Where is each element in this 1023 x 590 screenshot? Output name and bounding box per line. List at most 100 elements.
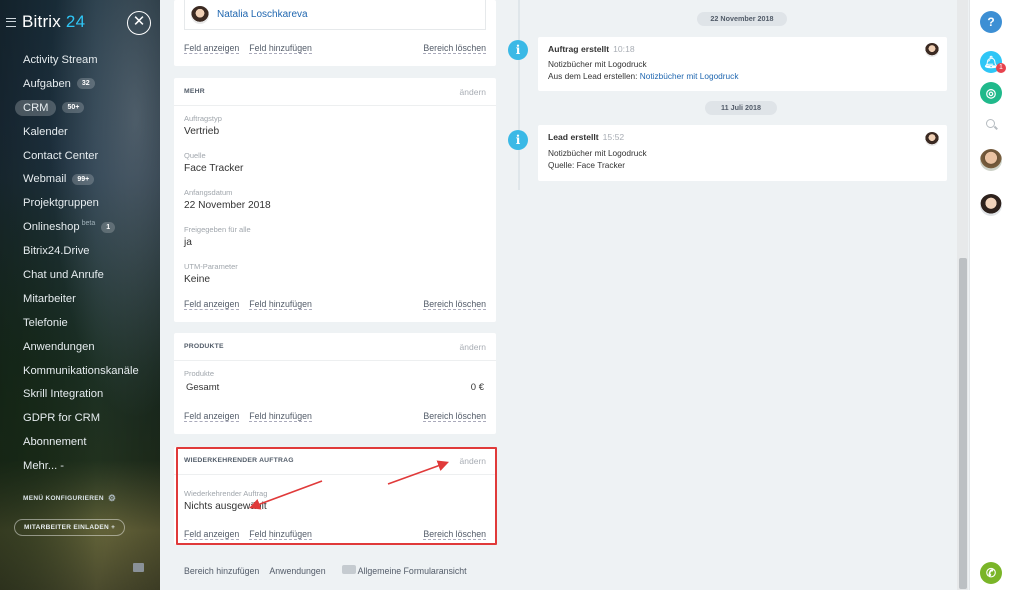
hamburger-icon[interactable]: [6, 17, 16, 27]
section-title: PRODUKTE: [184, 343, 224, 350]
sidebar-item[interactable]: Mehr... -: [0, 454, 160, 478]
delete-section-link[interactable]: Bereich löschen: [423, 411, 486, 422]
app-root: Bitrix 24 ✕ Activity Stream Aufgaben 32 CRM…: [0, 0, 1023, 590]
info-icon: i: [508, 40, 528, 60]
sidebar-item[interactable]: Bitrix24.Drive: [0, 239, 160, 263]
general-form-link[interactable]: Allgemeine Formularansicht: [341, 565, 467, 576]
sidebar-item[interactable]: Telefonie: [0, 311, 160, 335]
counter-badge: 50+: [62, 102, 85, 114]
invite-employees-button[interactable]: MITARBEITER EINLADEN +: [14, 519, 126, 536]
counter-badge: 32: [76, 78, 95, 90]
sidebar-item-label: Anwendungen: [23, 340, 95, 353]
sidebar-item[interactable]: Projektgruppen: [0, 191, 160, 215]
highlight-box: [176, 447, 497, 545]
sidebar-item[interactable]: Kommunikationskanäle: [0, 359, 160, 383]
timeline-line: [518, 0, 520, 190]
applications-link[interactable]: Anwendungen: [269, 566, 325, 576]
timeline-event[interactable]: Auftrag erstellt 10:18 Notizbücher mit Lo…: [538, 37, 947, 91]
field-start-date[interactable]: Anfangsdatum 22 November 2018: [174, 188, 496, 211]
sidebar-item[interactable]: Webmail 99+: [0, 167, 160, 191]
logo[interactable]: Bitrix 24: [22, 12, 85, 32]
sidebar-item[interactable]: Aufgaben 32: [0, 72, 160, 96]
scrollbar-thumb[interactable]: [959, 258, 967, 589]
help-button[interactable]: ?: [980, 11, 1002, 33]
logo-area[interactable]: Bitrix 24: [6, 12, 85, 32]
sidebar-item-label: Kommunikationskanäle: [23, 364, 139, 377]
sidebar-item-label: CRM: [15, 99, 57, 116]
field-shared[interactable]: Freigegeben für alle ja: [174, 225, 496, 248]
phone-icon: ✆: [985, 566, 997, 580]
add-field-link[interactable]: Feld hinzufügen: [249, 411, 312, 422]
show-field-link[interactable]: Feld anzeigen: [184, 411, 240, 422]
add-field-link[interactable]: Feld hinzufügen: [249, 299, 312, 310]
left-sidebar: Bitrix 24 ✕ Activity Stream Aufgaben 32 CRM…: [0, 0, 160, 590]
main-menu: Activity Stream Aufgaben 32 CRM 50+ Kalender C…: [0, 48, 160, 478]
field-utm[interactable]: UTM-Parameter Keine: [174, 262, 496, 285]
beta-label: beta: [81, 219, 96, 227]
sidebar-item-label: Kalender: [23, 125, 68, 138]
field-label: Produkte: [184, 369, 215, 378]
right-panel: ? 🔔︎ 1 ◎ ✆: [969, 0, 1023, 590]
sidebar-item[interactable]: CRM 50+: [0, 96, 160, 120]
bottom-links: Bereich hinzufügen Anwendungen Allgemein…: [184, 565, 467, 576]
avatar[interactable]: [980, 194, 1002, 216]
add-field-link[interactable]: Feld hinzufügen: [249, 43, 312, 54]
sidebar-item-label: Activity Stream: [23, 53, 98, 66]
sidebar-item-label: Webmail: [23, 173, 67, 186]
call-button[interactable]: ✆: [980, 562, 1002, 584]
printer-icon[interactable]: [133, 563, 144, 572]
products-total-row[interactable]: Gesamt 0 €: [186, 382, 484, 393]
field-order-type[interactable]: Auftragstyp Vertrieb: [174, 114, 496, 137]
sidebar-item[interactable]: GDPR for CRM: [0, 406, 160, 430]
show-field-link[interactable]: Feld anzeigen: [184, 299, 240, 310]
timeline-date: 22 November 2018: [697, 12, 787, 26]
search-icon[interactable]: [986, 119, 995, 128]
close-sidebar-button[interactable]: ✕: [127, 11, 151, 35]
sidebar-item[interactable]: Skrill Integration: [0, 382, 160, 406]
configure-menu-link[interactable]: MENÜ KONFIGURIEREN ⚙: [23, 493, 116, 504]
sidebar-item-label: Projektgruppen: [23, 197, 99, 210]
sidebar-item-label: Mitarbeiter: [23, 292, 76, 305]
chat-icon: ◎: [985, 86, 997, 100]
counter-badge: 99+: [72, 173, 95, 185]
timeline-event[interactable]: Lead erstellt 15:52 Notizbücher mit Logod…: [538, 125, 947, 181]
sidebar-item-label: Aufgaben: [23, 77, 71, 90]
sidebar-item[interactable]: Activity Stream: [0, 48, 160, 72]
show-field-link[interactable]: Feld anzeigen: [184, 43, 240, 54]
avatar[interactable]: [980, 149, 1002, 171]
info-icon: i: [508, 130, 528, 150]
counter-badge: 1: [101, 221, 116, 233]
section-title: MEHR: [184, 88, 205, 95]
sidebar-item[interactable]: Kalender: [0, 120, 160, 144]
change-link[interactable]: ändern: [460, 342, 486, 352]
responsible-card: Natalia Loschkareva Feld anzeigen Feld h…: [174, 0, 496, 66]
sidebar-item[interactable]: Onlineshop beta 1: [0, 215, 160, 239]
sidebar-item-label: Onlineshop: [23, 221, 80, 234]
sidebar-item-label: Contact Center: [23, 149, 99, 162]
field-source[interactable]: Quelle Face Tracker: [174, 151, 496, 174]
sidebar-item[interactable]: Abonnement: [0, 430, 160, 454]
plus-icon: +: [111, 524, 116, 531]
sidebar-item-label: Mehr... -: [23, 460, 65, 473]
avatar: [925, 132, 939, 146]
sidebar-item[interactable]: Chat und Anrufe: [0, 263, 160, 287]
responsible-person-link[interactable]: Natalia Loschkareva: [217, 9, 308, 20]
notification-badge: 1: [996, 63, 1006, 73]
sidebar-item[interactable]: Anwendungen: [0, 335, 160, 359]
sidebar-item[interactable]: Contact Center: [0, 144, 160, 168]
delete-section-link[interactable]: Bereich löschen: [423, 43, 486, 54]
sidebar-item-label: Telefonie: [23, 316, 68, 329]
sidebar-item[interactable]: Mitarbeiter: [0, 287, 160, 311]
lead-link[interactable]: Notizbücher mit Logodruck: [548, 148, 937, 158]
timeline-date: 11 Juli 2018: [705, 101, 777, 115]
chat-button[interactable]: ◎: [980, 82, 1002, 104]
gear-icon: ⚙: [107, 493, 117, 503]
add-section-link[interactable]: Bereich hinzufügen: [184, 566, 259, 576]
lead-link[interactable]: Notizbücher mit Logodruck: [640, 71, 739, 81]
change-link[interactable]: ändern: [460, 87, 486, 97]
group-icon: [341, 565, 356, 574]
sidebar-item-label: Chat und Anrufe: [23, 268, 104, 281]
section-products: PRODUKTE ändern Produkte Gesamt 0 € Feld a…: [174, 333, 496, 434]
sidebar-item-label: GDPR for CRM: [23, 412, 101, 425]
delete-section-link[interactable]: Bereich löschen: [423, 299, 486, 310]
